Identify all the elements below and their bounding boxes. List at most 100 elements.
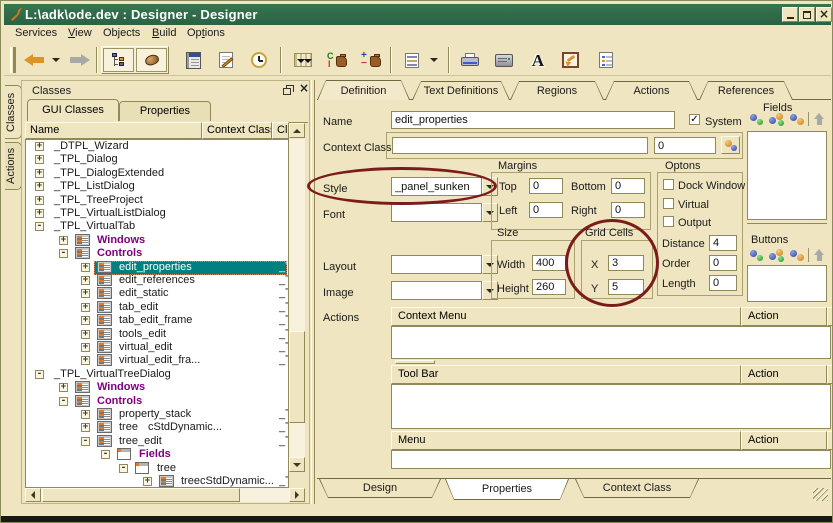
tree-row[interactable]: +edit_static_T <box>26 287 288 301</box>
menu-column[interactable]: Menu <box>391 431 741 450</box>
field-delete-icon[interactable] <box>789 112 806 127</box>
tree-expander[interactable]: + <box>35 182 44 191</box>
menu-view[interactable]: View <box>68 27 92 39</box>
tree-row[interactable]: +treecStdDynamic..._T <box>26 421 288 435</box>
context-class-picker-button[interactable] <box>721 136 740 154</box>
context-menu-table-body[interactable] <box>391 326 831 359</box>
tree-row[interactable]: +property_stack_T <box>26 408 288 422</box>
class-info-button[interactable]: C I <box>322 47 352 73</box>
menu-action-column[interactable]: Action <box>741 431 827 450</box>
margin-right-input[interactable] <box>611 202 645 218</box>
margin-top-input[interactable] <box>529 178 563 194</box>
window-titlebar[interactable]: L:\adk\ode.dev : Designer - Designer × <box>4 4 831 25</box>
tree-row[interactable]: +tab_edit_T <box>26 301 288 315</box>
documentation-button[interactable] <box>179 47 207 73</box>
tab-context-class[interactable]: Context Class <box>575 479 699 498</box>
system-checkbox[interactable]: ✓ <box>689 114 700 125</box>
distance-input[interactable] <box>709 235 737 251</box>
import-grid-button[interactable] <box>288 47 318 73</box>
tree-expander[interactable]: + <box>81 343 90 352</box>
tree-row[interactable]: +tab_edit_frame_T <box>26 314 288 328</box>
menu-objects[interactable]: Objects <box>103 27 140 39</box>
tree-scroll-left[interactable] <box>25 488 41 502</box>
column-header-class[interactable]: Cl <box>272 122 289 139</box>
tree-expander[interactable]: - <box>119 464 128 473</box>
minimize-button[interactable] <box>782 7 798 22</box>
tree-row[interactable]: +edit_properties_T <box>26 261 288 275</box>
name-input[interactable] <box>391 111 675 129</box>
forward-button[interactable] <box>64 47 94 73</box>
actions-splitter-handle[interactable] <box>395 360 435 364</box>
resize-grip[interactable] <box>813 488 828 501</box>
context-menu-column[interactable]: Context Menu <box>391 307 741 326</box>
back-button[interactable] <box>20 47 50 73</box>
button-edit-icon[interactable] <box>769 248 786 263</box>
close-panel-icon[interactable]: × <box>298 82 310 95</box>
tree-expander[interactable]: + <box>59 236 68 245</box>
tab-definition[interactable]: Definition <box>317 80 410 100</box>
edit-source-button[interactable] <box>212 47 240 73</box>
tab-references[interactable]: References <box>699 81 793 100</box>
button-add-icon[interactable] <box>749 248 766 263</box>
tree-expander[interactable]: - <box>101 450 110 459</box>
history-button[interactable] <box>245 47 273 73</box>
width-input[interactable] <box>532 255 566 271</box>
image-combo-input[interactable] <box>391 281 482 300</box>
tree-expander[interactable]: + <box>35 169 44 178</box>
tree-scroll-up[interactable] <box>289 123 305 138</box>
tree-expander[interactable]: + <box>81 423 90 432</box>
device-button[interactable] <box>490 47 518 73</box>
tree-scroll-right[interactable] <box>289 488 305 502</box>
float-panel-icon[interactable] <box>283 85 295 96</box>
image-button[interactable] <box>556 47 584 73</box>
tree-row[interactable]: +_TPL_Dialog <box>26 153 288 167</box>
tree-expander[interactable]: - <box>59 397 68 406</box>
tree-row[interactable]: -_TPL_VirtualTreeDialog <box>26 368 288 382</box>
tree-expander[interactable]: - <box>35 222 44 231</box>
dock-tab-classes[interactable]: Classes <box>5 85 22 139</box>
buttons-list[interactable] <box>747 265 827 302</box>
tab-properties-left[interactable]: Properties <box>119 101 211 121</box>
tree-expander[interactable]: + <box>81 330 90 339</box>
tree-row[interactable]: +_TPL_TreeProject <box>26 194 288 208</box>
properties-list-button[interactable] <box>592 47 620 73</box>
layout-combo-input[interactable] <box>391 255 482 274</box>
tree-expander[interactable]: + <box>35 142 44 151</box>
menu-build[interactable]: Build <box>152 27 176 39</box>
grid-x-input[interactable] <box>608 255 644 271</box>
tree-expander[interactable]: + <box>143 477 152 486</box>
menu-options[interactable]: Options <box>187 27 225 39</box>
tree-expander[interactable]: + <box>81 276 90 285</box>
tree-row[interactable]: -_TPL_VirtualTab <box>26 220 288 234</box>
tool-bar-column[interactable]: Tool Bar <box>391 365 741 384</box>
tree-expander[interactable]: + <box>35 209 44 218</box>
tab-properties-bottom[interactable]: Properties <box>445 479 569 500</box>
dock-tab-actions[interactable]: Actions <box>5 142 22 190</box>
tab-actions[interactable]: Actions <box>605 81 698 100</box>
tree-row[interactable]: +_TPL_VirtualListDialog <box>26 207 288 221</box>
tree-row[interactable]: +_TPL_DialogExtended <box>26 167 288 181</box>
font-button[interactable]: A <box>524 47 552 73</box>
output-checkbox[interactable] <box>663 216 674 227</box>
tree-expander[interactable]: + <box>81 289 90 298</box>
fields-buttons-splitter[interactable] <box>747 223 827 224</box>
tree-expander[interactable]: - <box>35 370 44 379</box>
back-history-dropdown[interactable] <box>50 47 62 73</box>
tree-row[interactable]: +tools_edit_T <box>26 328 288 342</box>
form-button[interactable] <box>398 47 426 73</box>
length-input[interactable] <box>709 275 737 291</box>
menu-services[interactable]: Services <box>15 27 57 39</box>
tree-row[interactable]: +Windows <box>26 381 288 395</box>
toolbar-grip[interactable] <box>10 47 16 73</box>
tool-bar-action-column[interactable]: Action <box>741 365 827 384</box>
tree-expander[interactable]: + <box>81 356 90 365</box>
height-input[interactable] <box>532 279 566 295</box>
font-combo-input[interactable] <box>391 203 482 222</box>
close-button[interactable]: × <box>816 7 832 22</box>
tree-expander[interactable]: + <box>59 383 68 392</box>
menu-table-body[interactable] <box>391 450 831 469</box>
tree-expander[interactable]: + <box>35 155 44 164</box>
tree-scroll-down[interactable] <box>289 457 305 472</box>
tab-regions[interactable]: Regions <box>510 81 604 100</box>
context-menu-action-column[interactable]: Action <box>741 307 827 326</box>
